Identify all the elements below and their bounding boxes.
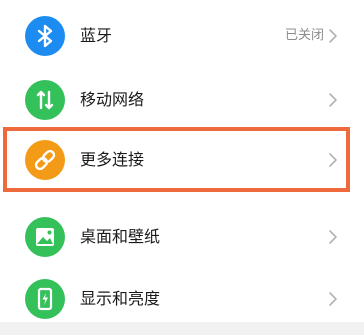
settings-item-label: 显示和亮度 <box>80 289 161 308</box>
settings-item-label: 更多连接 <box>80 150 145 169</box>
settings-item-more-connections[interactable]: 更多连接 <box>0 130 364 190</box>
chevron-right-icon <box>328 291 338 307</box>
settings-item-bluetooth[interactable]: 蓝牙 已关闭 <box>0 6 364 66</box>
settings-item-mobile-network[interactable]: 移动网络 <box>0 70 364 130</box>
wallpaper-icon <box>25 217 65 257</box>
display-brightness-icon <box>25 279 65 319</box>
settings-item-label: 移动网络 <box>80 90 145 109</box>
chevron-right-icon <box>328 152 338 168</box>
settings-item-display-brightness[interactable]: 显示和亮度 <box>0 269 364 329</box>
mobile-data-icon <box>25 80 65 120</box>
chevron-right-icon <box>328 229 338 245</box>
settings-item-label: 桌面和壁纸 <box>80 227 161 246</box>
bluetooth-icon <box>25 16 65 56</box>
chevron-right-icon <box>328 92 338 108</box>
chevron-right-icon <box>328 28 338 44</box>
settings-list: 蓝牙 已关闭 移动网络 更多连接 桌面和壁纸 显示和亮度 <box>0 0 364 322</box>
settings-item-label: 蓝牙 <box>80 26 113 45</box>
link-icon <box>25 140 65 180</box>
status-value: 已关闭 <box>284 28 324 43</box>
settings-item-desktop-wallpaper[interactable]: 桌面和壁纸 <box>0 207 364 267</box>
